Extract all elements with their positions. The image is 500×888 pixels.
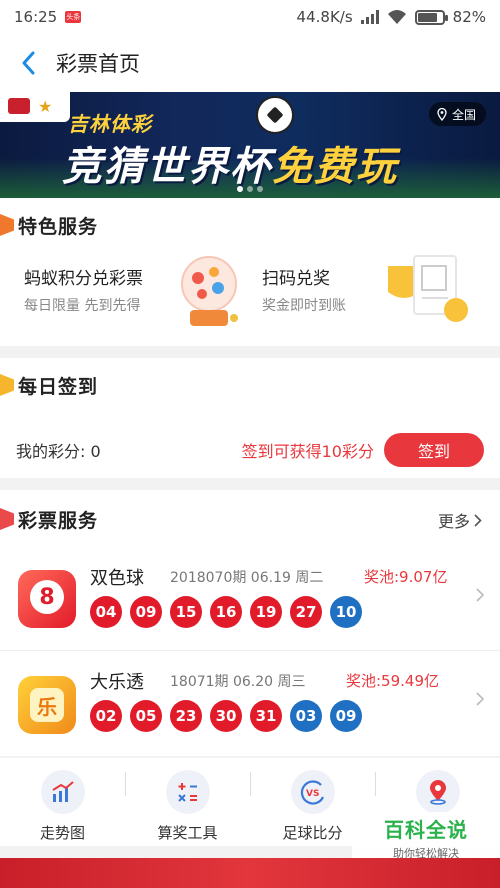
my-points: 我的彩分: 0 bbox=[16, 442, 101, 461]
calculator-icon bbox=[165, 770, 210, 814]
red-ball: 16 bbox=[210, 596, 242, 628]
tool-label: 算奖工具 bbox=[157, 824, 218, 842]
vs-icon: VS bbox=[290, 770, 335, 814]
red-ball: 31 bbox=[250, 700, 282, 732]
carousel-dot bbox=[257, 186, 263, 192]
checkin-tip: 签到可获得10彩分 bbox=[241, 442, 374, 461]
top-nav-bar: 彩票首页 bbox=[0, 34, 500, 92]
daily-checkin-header: 每日签到 bbox=[0, 368, 98, 402]
network-speed: 44.8K/s bbox=[296, 8, 353, 26]
page-title: 彩票首页 bbox=[56, 52, 140, 76]
bottom-promo-banner[interactable] bbox=[0, 858, 500, 888]
tool-trend-chart[interactable]: 走势图 bbox=[0, 758, 125, 846]
carousel-dot bbox=[247, 186, 253, 192]
section-marker-icon bbox=[0, 508, 14, 530]
battery-icon bbox=[414, 9, 448, 25]
daily-checkin-title: 每日签到 bbox=[18, 375, 99, 398]
featured-services-card: 特色服务 蚂蚁积分兑彩票 每日限量 先到先得 扫码兑奖 奖金即时到账 bbox=[0, 198, 500, 346]
back-button[interactable] bbox=[0, 34, 56, 92]
lottery-pool: 奖池:59.49亿 bbox=[346, 672, 439, 690]
region-label: 全国 bbox=[451, 107, 476, 122]
red-ball: 23 bbox=[170, 700, 202, 732]
lottery-services-header: 彩票服务 bbox=[0, 502, 98, 536]
red-ball: 04 bbox=[90, 596, 122, 628]
banner-brand: 吉林体彩 bbox=[68, 112, 152, 136]
tool-calculator[interactable]: 算奖工具 bbox=[125, 758, 250, 846]
banner-headline: 竞猜世界杯免费玩 bbox=[62, 134, 398, 192]
blue-ball: 10 bbox=[330, 596, 362, 628]
location-icon bbox=[437, 107, 447, 121]
ball-8-icon: 8 bbox=[18, 570, 76, 628]
more-label: 更多 bbox=[437, 512, 470, 531]
promo-banner[interactable]: ★ 吉林体彩 竞猜世界杯免费玩 全国 bbox=[0, 92, 500, 198]
red-ball: 05 bbox=[130, 700, 162, 732]
red-ball: 30 bbox=[210, 700, 242, 732]
checkin-button[interactable]: 签到 bbox=[384, 433, 484, 467]
tool-label: 足球比分 bbox=[282, 824, 343, 842]
watermark-main: 百科全说 bbox=[384, 817, 468, 842]
football-icon bbox=[256, 96, 294, 134]
lottery-name: 双色球 bbox=[90, 568, 144, 589]
battery-percent: 82% bbox=[452, 8, 486, 26]
lottery-issue: 2018070期 06.19 周二 bbox=[170, 570, 324, 586]
section-marker-icon bbox=[0, 374, 14, 396]
draw-numbers: 04 09 15 16 19 27 10 bbox=[90, 596, 362, 628]
section-marker-icon bbox=[0, 214, 14, 236]
status-time: 16:25 bbox=[14, 8, 58, 26]
location-pin-icon bbox=[415, 770, 460, 814]
sports-lottery-logo: ★ bbox=[0, 92, 70, 122]
more-link[interactable]: 更多 bbox=[438, 508, 482, 532]
checkin-row: 我的彩分: 0 签到可获得10彩分 签到 bbox=[0, 430, 500, 470]
service-name: 扫码兑奖 bbox=[262, 269, 330, 289]
service-name: 蚂蚁积分兑彩票 bbox=[24, 269, 143, 289]
lottery-issue: 18071期 06.20 周三 bbox=[170, 674, 306, 690]
ant-points-exchange-item[interactable]: 蚂蚁积分兑彩票 每日限量 先到先得 bbox=[0, 252, 250, 336]
wifi-icon bbox=[387, 10, 406, 24]
lottery-machine-icon bbox=[181, 256, 238, 326]
banner-headline-main: 竞猜世界杯 bbox=[62, 144, 272, 190]
lottery-name: 大乐透 bbox=[90, 672, 144, 693]
blue-ball: 03 bbox=[290, 700, 322, 732]
carousel-dot bbox=[237, 186, 243, 192]
chevron-right-icon bbox=[474, 513, 482, 527]
service-desc: 每日限量 先到先得 bbox=[24, 298, 141, 314]
lottery-row-dlt[interactable]: 乐 大乐透 18071期 06.20 周三 奖池:59.49亿 02 05 23 30… bbox=[0, 652, 500, 756]
banner-headline-accent: 免费玩 bbox=[272, 144, 398, 190]
trophy-ticket-icon bbox=[388, 255, 468, 322]
chevron-right-icon bbox=[476, 588, 484, 602]
tool-label: 走势图 bbox=[39, 824, 85, 842]
red-ball: 15 bbox=[170, 596, 202, 628]
app-notification-icon: 头条 bbox=[65, 11, 82, 23]
chevron-left-icon bbox=[22, 51, 35, 75]
red-ball: 19 bbox=[250, 596, 282, 628]
red-ball: 27 bbox=[290, 596, 322, 628]
signal-icon bbox=[360, 10, 379, 24]
carousel-indicator bbox=[237, 186, 263, 192]
daily-checkin-card: 每日签到 我的彩分: 0 签到可获得10彩分 签到 bbox=[0, 358, 500, 478]
lottery-services-title: 彩票服务 bbox=[18, 509, 99, 532]
draw-numbers: 02 05 23 30 31 03 09 bbox=[90, 700, 362, 732]
featured-services-title: 特色服务 bbox=[18, 215, 99, 238]
chevron-right-icon bbox=[476, 692, 484, 706]
featured-services-header: 特色服务 bbox=[0, 208, 98, 242]
red-ball: 02 bbox=[90, 700, 122, 732]
status-bar: 16:25 头条 44.8K/s 82% bbox=[0, 0, 500, 34]
row-divider bbox=[0, 650, 500, 651]
svg-text:VS: VS bbox=[306, 789, 319, 799]
region-selector[interactable]: 全国 bbox=[428, 102, 486, 126]
lottery-pool: 奖池:9.07亿 bbox=[364, 568, 448, 586]
lottery-services-card: 彩票服务 更多 8 双色球 2018070期 06.19 周二 奖池:9.07亿… bbox=[0, 490, 500, 756]
lottery-row-ssq[interactable]: 8 双色球 2018070期 06.19 周二 奖池:9.07亿 04 09 15 1… bbox=[0, 548, 500, 652]
trend-chart-icon bbox=[40, 770, 85, 814]
le-badge-icon: 乐 bbox=[18, 676, 76, 734]
watermark: 百科全说 助你轻松解决 bbox=[352, 812, 500, 862]
red-ball: 09 bbox=[130, 596, 162, 628]
blue-ball: 09 bbox=[330, 700, 362, 732]
service-desc: 奖金即时到账 bbox=[262, 298, 346, 314]
scan-redeem-item[interactable]: 扫码兑奖 奖金即时到账 bbox=[250, 252, 500, 336]
